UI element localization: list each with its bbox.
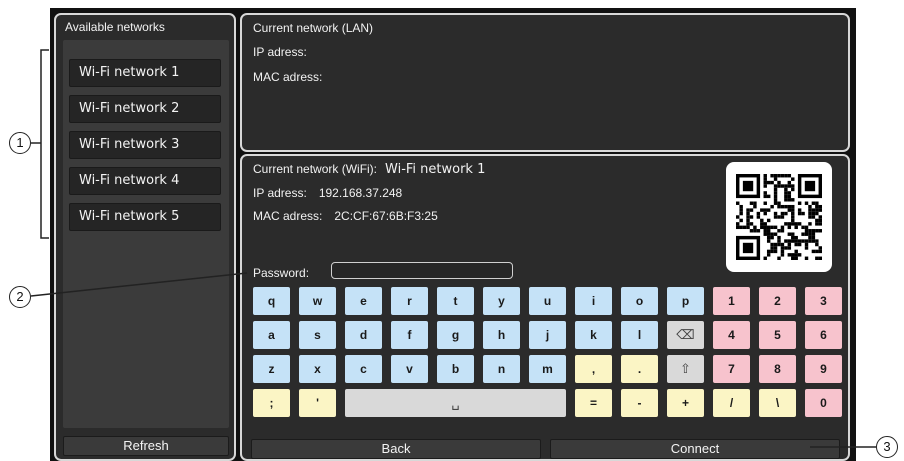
callout-1: 1: [9, 132, 31, 154]
callout-3: 3: [876, 436, 898, 458]
callout-lines: [30, 49, 876, 448]
callout-2: 2: [9, 286, 31, 308]
callout-2-leader: [30, 272, 248, 297]
callout-1-bracket: [40, 49, 49, 239]
